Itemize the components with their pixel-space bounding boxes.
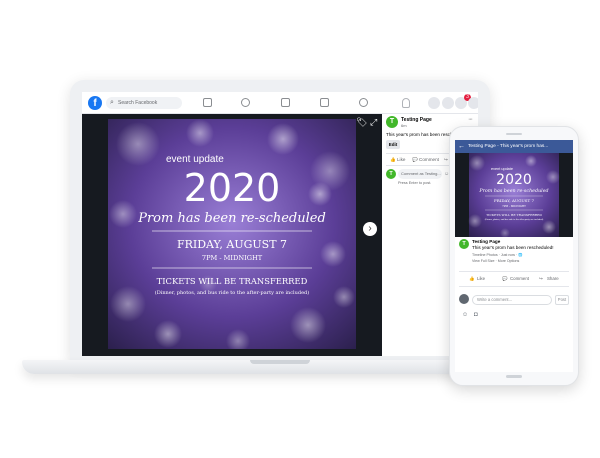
comment-hint: Press Enter to post. (398, 181, 432, 185)
mobile-post-meta-text: Timeline Photos · Just now · (472, 253, 519, 257)
comment-button[interactable]: Comment (419, 157, 439, 162)
mobile-post-button[interactable]: Post (555, 295, 569, 305)
mobile-photo-options[interactable]: View Full Size · More Options (472, 259, 519, 263)
mobile-comment-input[interactable]: Write a comment... (472, 295, 552, 305)
mobile-like-icon[interactable]: 👍 (469, 276, 474, 282)
phone-speaker (506, 133, 522, 135)
mobile-page-name[interactable]: Testing Page (472, 239, 500, 244)
mobile-comment-button[interactable]: Comment (510, 276, 529, 281)
edit-button[interactable]: Edit (386, 140, 400, 149)
share-icon[interactable]: ↪ (444, 157, 448, 163)
mobile-event-flyer-image[interactable]: event update 2020 Prom has been re-sched… (455, 153, 573, 237)
mobile-share-button[interactable]: Share (547, 276, 559, 281)
account-menu-icon[interactable] (468, 97, 478, 109)
messenger-icon[interactable] (442, 97, 454, 109)
mobile-header-bar: ← Testing Page - This year's prom has... (455, 140, 573, 153)
flyer-event-update: event update (166, 154, 224, 165)
phone-home-indicator (506, 375, 522, 378)
next-photo-arrow-icon[interactable]: › (363, 222, 377, 236)
mobile-flyer-note: (Dinner, photos, and bus ride to the aft… (485, 218, 544, 221)
mobile-like-button[interactable]: Like (477, 276, 485, 281)
expand-icon[interactable]: ⤢ (370, 117, 377, 128)
flyer-note: (Dinner, photos, and bus ride to the aft… (155, 289, 309, 296)
mobile-share-icon[interactable]: ↪ (539, 276, 543, 282)
like-icon[interactable]: 👍 (390, 157, 396, 163)
mobile-post-meta: Timeline Photos · Just now · 🌐 (472, 253, 523, 257)
mobile-header-title: Testing Page - This year's prom has... (468, 144, 549, 149)
flyer-tickets: TICKETS WILL BE TRANSFERRED (157, 276, 308, 286)
mobile-post-text: This year's prom has been rescheduled! (472, 245, 554, 250)
laptop-screen: f ⌕ Search Facebook 3 event update 2020 … (82, 92, 478, 356)
search-placeholder: Search Facebook (118, 100, 158, 106)
mobile-user-avatar (459, 294, 469, 304)
watch-icon[interactable] (281, 98, 290, 107)
marketplace-icon[interactable] (320, 98, 329, 107)
laptop-notch (250, 360, 310, 364)
flyer-script-text: Prom has been re-scheduled (137, 211, 326, 226)
globe-icon: 🌐 (518, 253, 523, 257)
facebook-top-bar: f ⌕ Search Facebook 3 (82, 92, 478, 114)
comment-icon[interactable]: 💬 (412, 157, 418, 163)
groups-icon[interactable] (359, 98, 368, 107)
like-button[interactable]: Like (397, 157, 405, 162)
flyer-time: 7PM - MIDNIGHT (202, 254, 263, 262)
mobile-comment-icon[interactable]: 💬 (502, 276, 507, 282)
search-input[interactable]: ⌕ Search Facebook (106, 97, 182, 109)
more-options-icon[interactable]: ··· (468, 116, 473, 123)
mobile-flyer-year: 2020 (496, 172, 532, 188)
mobile-flyer-time: 7PM - MIDNIGHT (502, 204, 526, 208)
camera-icon[interactable]: ◘ (474, 312, 478, 318)
search-icon: ⌕ (110, 99, 114, 106)
divider (459, 286, 569, 287)
mobile-flyer-event-update: event update (491, 167, 513, 171)
event-flyer-image[interactable]: event update 2020 Prom has been re-sched… (108, 119, 356, 349)
create-icon[interactable] (428, 97, 440, 109)
home-icon[interactable] (203, 98, 212, 107)
facebook-logo-icon[interactable]: f (88, 96, 102, 110)
mobile-flyer-tickets: TICKETS WILL BE TRANSFERRED (486, 213, 542, 217)
post-time[interactable]: 6m (401, 123, 407, 128)
mobile-flyer-script-text: Prom has been re-scheduled (478, 188, 548, 194)
emoji-icon[interactable]: ☺ (462, 312, 468, 318)
divider (459, 271, 569, 272)
phone-screen: ← Testing Page - This year's prom has... (455, 140, 573, 372)
mobile-page-avatar[interactable]: T (459, 239, 469, 249)
friends-icon[interactable] (241, 98, 250, 107)
page-avatar[interactable]: T (386, 116, 398, 128)
mobile-flyer-date: FRIDAY, AUGUST 7 (494, 198, 534, 203)
flyer-date: FRIDAY, AUGUST 7 (177, 238, 287, 251)
profile-icon[interactable] (402, 98, 410, 108)
flyer-year: 2020 (184, 166, 281, 210)
commenter-avatar: T (386, 169, 396, 179)
tag-icon[interactable]: 🏷 (356, 117, 367, 128)
comment-input[interactable]: Comment as Testing... (398, 169, 442, 179)
photo-viewer: event update 2020 Prom has been re-sched… (82, 114, 382, 356)
back-arrow-icon[interactable]: ← (458, 142, 465, 151)
